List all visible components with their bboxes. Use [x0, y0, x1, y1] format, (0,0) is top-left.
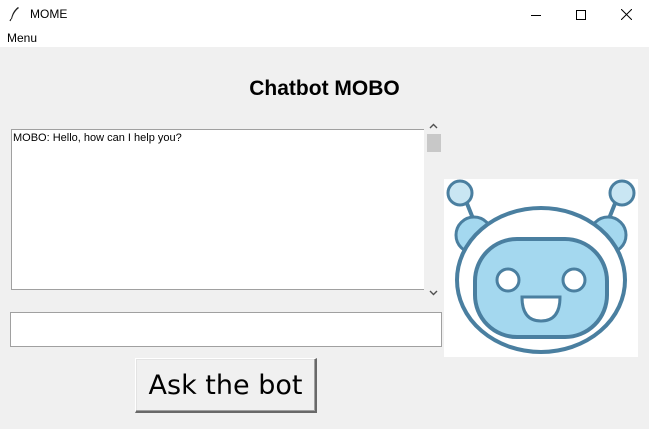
- minimize-icon: [531, 14, 541, 16]
- ask-bot-button[interactable]: Ask the bot: [135, 358, 317, 413]
- page-title: Chatbot MOBO: [249, 77, 400, 100]
- chat-message: MOBO: Hello, how can I help you?: [13, 132, 182, 144]
- window-title: MOME: [30, 7, 68, 21]
- main-content: Chatbot MOBO MOBO: Hello, how can I help…: [0, 47, 649, 429]
- maximize-button[interactable]: [558, 0, 604, 29]
- close-icon: [620, 9, 632, 20]
- menu-item-menu[interactable]: Menu: [7, 31, 37, 45]
- scroll-thumb[interactable]: [427, 134, 441, 152]
- minimize-button[interactable]: [513, 0, 559, 29]
- feather-icon: [8, 6, 22, 22]
- title-bar[interactable]: MOME: [0, 0, 649, 29]
- chevron-down-icon[interactable]: [429, 290, 438, 296]
- menu-bar: Menu: [0, 29, 649, 47]
- question-input[interactable]: [10, 312, 442, 347]
- close-button[interactable]: [603, 0, 649, 29]
- maximize-icon: [576, 9, 586, 20]
- chat-log[interactable]: MOBO: Hello, how can I help you?: [11, 129, 424, 290]
- chevron-up-icon[interactable]: [429, 123, 438, 129]
- chat-scrollbar[interactable]: [425, 119, 442, 301]
- robot-mascot-icon: [444, 179, 638, 357]
